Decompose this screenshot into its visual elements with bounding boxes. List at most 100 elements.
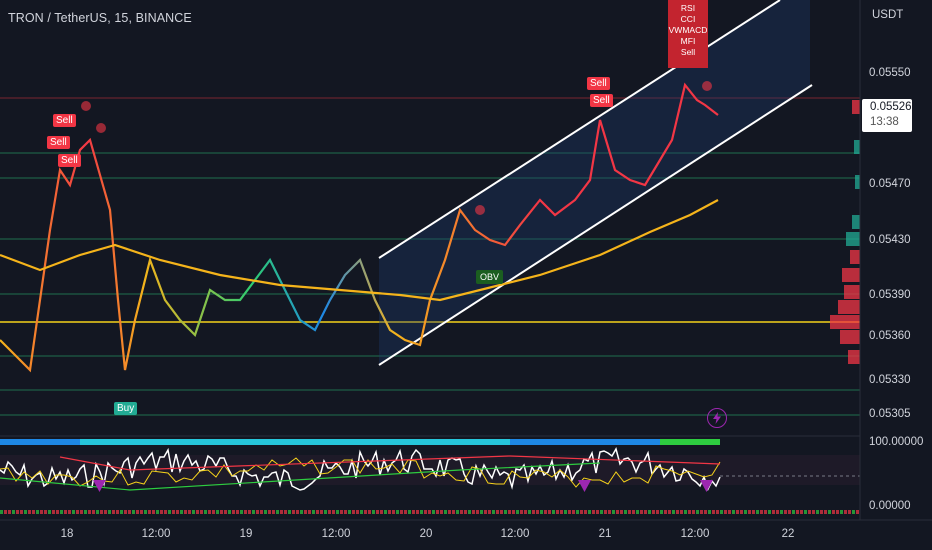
lightning-icon[interactable] [707, 408, 727, 428]
histogram-tick [616, 510, 619, 514]
sell-signal-tag[interactable]: Sell [53, 114, 76, 127]
histogram-tick [812, 510, 815, 514]
histogram-tick [108, 510, 111, 514]
sell-signal-tag[interactable]: Sell [590, 94, 613, 107]
histogram-tick [636, 510, 639, 514]
histogram-tick [420, 510, 423, 514]
histogram-tick [776, 510, 779, 514]
histogram-tick [544, 510, 547, 514]
histogram-tick [856, 510, 859, 514]
symbol-title[interactable]: TRON / TetherUS, 15, BINANCE [8, 11, 192, 25]
histogram-tick [608, 510, 611, 514]
histogram-tick [508, 510, 511, 514]
histogram-tick [212, 510, 215, 514]
histogram-tick [692, 510, 695, 514]
price-tick: 0.05390 [869, 289, 911, 301]
time-label: 12:00 [321, 528, 351, 540]
histogram-tick [224, 510, 227, 514]
histogram-tick [196, 510, 199, 514]
histogram-tick [600, 510, 603, 514]
histogram-tick [772, 510, 775, 514]
sell-signal-tag[interactable]: Sell [58, 154, 81, 167]
indicator-signal-stack[interactable]: RSI CCI VWMACD MFI Sell [668, 0, 708, 68]
histogram-tick [408, 510, 411, 514]
histogram-tick [288, 510, 291, 514]
histogram-tick [696, 510, 699, 514]
histogram-tick [628, 510, 631, 514]
histogram-tick [732, 510, 735, 514]
bar-countdown: 13:38 [870, 116, 899, 128]
histogram-tick [652, 510, 655, 514]
sell-signal-tag[interactable]: Sell [47, 136, 70, 149]
histogram-tick [676, 510, 679, 514]
histogram-tick [780, 510, 783, 514]
histogram-tick [656, 510, 659, 514]
last-price-value: 0.05526 [870, 101, 912, 113]
histogram-tick [804, 510, 807, 514]
volume-profile-bar [842, 268, 860, 282]
oscillator-tick: 0.00000 [869, 500, 911, 512]
histogram-tick [12, 510, 15, 514]
histogram-tick [532, 510, 535, 514]
volume-profile-bar [840, 330, 860, 344]
price-chart[interactable] [0, 0, 932, 550]
volume-profile-bar [855, 175, 860, 189]
trend-bar-segment [660, 439, 720, 445]
histogram-tick [20, 510, 23, 514]
signal-flag-marker [702, 81, 712, 91]
trend-bar [0, 439, 720, 445]
histogram-tick [116, 510, 119, 514]
histogram-tick [412, 510, 415, 514]
trend-bar-segment [80, 439, 510, 445]
histogram-tick [248, 510, 251, 514]
histogram-tick [60, 510, 63, 514]
histogram-tick [340, 510, 343, 514]
histogram-tick [0, 510, 3, 514]
histogram-tick [592, 510, 595, 514]
chart-root[interactable]: TRON / TetherUS, 15, BINANCE USDT 0.0555… [0, 0, 932, 550]
histogram-tick [132, 510, 135, 514]
channel-fill [379, 0, 810, 365]
currency-label[interactable]: USDT [872, 9, 903, 21]
buy-signal-tag[interactable]: Buy [114, 402, 138, 415]
histogram-tick [16, 510, 19, 514]
histogram-tick [176, 510, 179, 514]
last-price-label[interactable]: 0.05526 13:38 [862, 99, 912, 132]
histogram-tick [56, 510, 59, 514]
obv-signal-tag[interactable]: OBV [476, 270, 504, 284]
histogram-tick [640, 510, 643, 514]
histogram-tick [344, 510, 347, 514]
histogram-tick [564, 510, 567, 514]
histogram-tick [300, 510, 303, 514]
histogram-tick [236, 510, 239, 514]
histogram-tick [188, 510, 191, 514]
histogram-tick [568, 510, 571, 514]
histogram-tick [80, 510, 83, 514]
histogram-tick [560, 510, 563, 514]
histogram-tick [788, 510, 791, 514]
histogram-tick [588, 510, 591, 514]
histogram-tick [496, 510, 499, 514]
oscillator-tick: 100.00000 [869, 436, 924, 448]
histogram-tick [424, 510, 427, 514]
histogram-tick [180, 510, 183, 514]
histogram-tick [380, 510, 383, 514]
time-label: 12:00 [500, 528, 530, 540]
histogram-tick [160, 510, 163, 514]
histogram-tick [500, 510, 503, 514]
histogram-tick [828, 510, 831, 514]
signal-flag-marker [96, 123, 106, 133]
histogram-tick [816, 510, 819, 514]
volume-profile-bar [854, 140, 860, 154]
histogram-tick [372, 510, 375, 514]
histogram-tick [280, 510, 283, 514]
sell-signal-tag[interactable]: Sell [587, 77, 610, 90]
histogram-tick [68, 510, 71, 514]
histogram-tick [140, 510, 143, 514]
histogram-tick [284, 510, 287, 514]
histogram-tick [156, 510, 159, 514]
histogram-tick [460, 510, 463, 514]
histogram-tick [552, 510, 555, 514]
price-tick: 0.05550 [869, 67, 911, 79]
histogram-tick [764, 510, 767, 514]
